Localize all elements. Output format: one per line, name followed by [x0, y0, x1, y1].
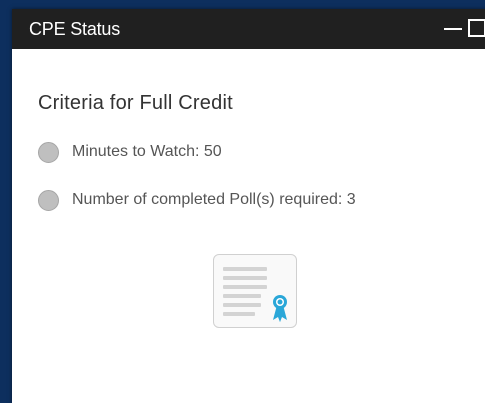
criteria-heading: Criteria for Full Credit — [38, 92, 233, 114]
maximize-icon[interactable] — [465, 16, 485, 40]
status-circle-icon — [38, 189, 59, 211]
title-bar[interactable]: CPE Status — [12, 9, 485, 49]
minimize-icon[interactable] — [442, 16, 464, 40]
status-circle-icon — [38, 141, 59, 163]
criteria-item-minutes: Minutes to Watch: 50 — [38, 140, 222, 164]
criteria-item-polls: Number of completed Poll(s) required: 3 — [38, 188, 356, 212]
criteria-item-label: Minutes to Watch: 50 — [72, 143, 222, 160]
certificate-icon — [213, 254, 297, 328]
cpe-status-window: CPE Status Criteria for Full Credit Minu… — [12, 9, 485, 403]
criteria-item-label: Number of completed Poll(s) required: 3 — [72, 191, 356, 208]
window-title: CPE Status — [29, 19, 121, 39]
